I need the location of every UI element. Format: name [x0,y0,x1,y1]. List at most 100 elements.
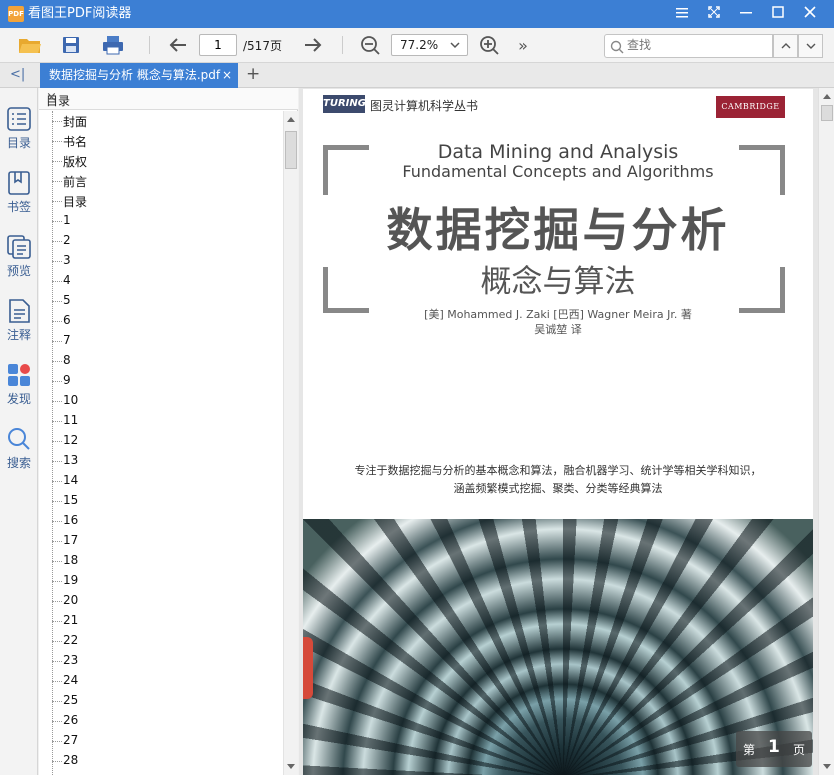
toc-item[interactable]: 27 [52,731,272,751]
search-input[interactable] [627,38,767,52]
toc-scroll-thumb[interactable] [285,131,297,169]
toc-item-label: 2 [63,233,71,247]
toc-list: 封面 书名 版权 前言 目录 1 2 3 4 5 6 7 8 9 10 11 12 13 14 15 16 17 18 19 2… [39,111,283,775]
new-tab-button[interactable]: + [246,64,260,84]
toc-item[interactable]: 11 [52,411,272,431]
toc-item-label: 28 [63,753,79,767]
print-icon[interactable] [100,33,126,57]
toc-item[interactable]: 9 [52,371,272,391]
next-page-icon[interactable] [300,33,326,57]
toc-item[interactable]: 目录 [52,191,272,211]
rail-item-toc[interactable]: 目录 [0,106,38,166]
zoom-in-icon[interactable] [476,33,502,57]
toc-item[interactable]: 8 [52,351,272,371]
toc-item[interactable]: 18 [52,551,272,571]
toc-item-label: 24 [63,673,79,687]
scroll-up-icon[interactable] [823,94,831,99]
toc-item[interactable]: 3 [52,251,272,271]
toc-item[interactable]: 5 [52,291,272,311]
toc-item[interactable]: 21 [52,611,272,631]
document-viewer[interactable]: TURING 图灵计算机科学丛书 CAMBRIDGE Data Mining a… [299,88,818,775]
page-indicator: 第 1 页 [736,731,812,767]
english-title: Data Mining and Analysis [437,141,679,163]
prev-page-icon[interactable] [165,33,191,57]
toc-item[interactable]: 4 [52,271,272,291]
toc-item[interactable]: 17 [52,531,272,551]
zoom-out-icon[interactable] [357,33,383,57]
bookmark-icon [8,171,30,195]
preview-icon [7,235,31,259]
toc-item[interactable]: 6 [52,311,272,331]
toc-item[interactable]: 25 [52,691,272,711]
toc-item-label: 前言 [63,175,88,189]
toc-item-label: 16 [63,513,79,527]
scroll-down-icon[interactable] [287,764,295,769]
tab-close-icon[interactable]: × [222,63,232,88]
toc-item[interactable]: 19 [52,571,272,591]
toc-item[interactable]: 12 [52,431,272,451]
toc-item-label: 5 [63,293,71,307]
chevron-down-icon [806,43,815,49]
toc-close-icon[interactable]: × [46,90,291,105]
toc-item[interactable]: 7 [52,331,272,351]
document-tab[interactable]: 数据挖掘与分析 概念与算法.pdf × [40,63,238,88]
page-indicator-number: 1 [768,737,780,757]
toc-item[interactable]: 13 [52,451,272,471]
toc-item-label: 19 [63,573,79,587]
toc-item[interactable]: 版权 [52,151,272,171]
more-tools-button[interactable]: » [510,33,536,57]
search-next-button[interactable] [798,34,823,58]
toc-scrollbar[interactable] [283,111,298,775]
toc-item-label: 12 [63,433,79,447]
collapse-sidebar-button[interactable]: <| [10,67,25,82]
maximize-icon[interactable] [768,4,788,24]
window-title: 看图王PDF阅读器 [28,6,132,21]
page-number-input[interactable] [199,34,237,56]
search-prev-button[interactable] [773,34,798,58]
toc-item[interactable]: 26 [52,711,272,731]
rail-item-annotation[interactable]: 注释 [0,298,38,358]
rail-label: 预览 [6,264,31,278]
toc-item[interactable]: 10 [52,391,272,411]
toc-item[interactable]: 24 [52,671,272,691]
open-folder-icon[interactable] [17,33,43,57]
toc-item[interactable]: 16 [52,511,272,531]
toc-item-label: 26 [63,713,79,727]
toc-item[interactable]: 28 [52,751,272,771]
rail-item-preview[interactable]: 预览 [0,234,38,294]
menu-icon[interactable] [672,4,692,24]
toc-item[interactable]: 15 [52,491,272,511]
search-icon [8,428,30,450]
chinese-subtitle: 概念与算法 [480,264,636,300]
minimize-icon[interactable] [736,4,756,24]
save-icon[interactable] [58,33,84,57]
zoom-select[interactable]: 77.2% [391,34,468,56]
series-title: 图灵计算机科学丛书 [370,99,479,113]
toc-item[interactable]: 2 [52,231,272,251]
toc-icon [7,107,31,131]
rail-label: 书签 [6,200,31,214]
toc-header: 目录 × [39,88,298,110]
toc-item[interactable]: 22 [52,631,272,651]
close-icon[interactable] [800,4,820,24]
toc-item[interactable]: 前言 [52,171,272,191]
toc-item-label: 9 [63,373,71,387]
toc-item[interactable]: 23 [52,651,272,671]
viewer-scroll-thumb[interactable] [821,105,833,121]
rail-item-search[interactable]: 搜索 [0,426,38,486]
toc-item[interactable]: 1 [52,211,272,231]
rail-item-discover[interactable]: 发现 [0,362,38,422]
rail-label: 发现 [6,392,31,406]
rail-item-bookmark[interactable]: 书签 [0,170,38,230]
toc-item-label: 18 [63,553,79,567]
toc-item[interactable]: 封面 [52,111,272,131]
toc-item[interactable]: 书名 [52,131,272,151]
scroll-up-icon[interactable] [287,117,295,122]
fullscreen-icon[interactable] [704,4,724,24]
toc-item[interactable]: 20 [52,591,272,611]
scroll-down-icon[interactable] [823,764,831,769]
viewer-scrollbar[interactable] [818,88,834,775]
toc-item-label: 15 [63,493,79,507]
toc-item[interactable]: 14 [52,471,272,491]
search-icon [610,40,624,54]
